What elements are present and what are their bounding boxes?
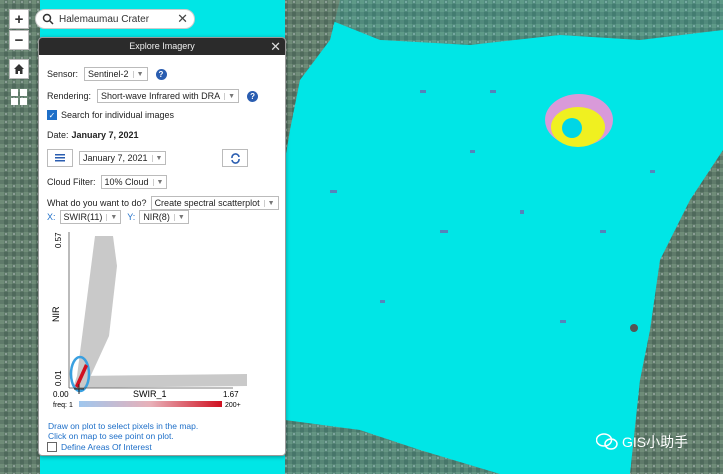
- home-icon: [14, 64, 24, 74]
- click-hint: Click on map to see point on plot.: [48, 431, 174, 441]
- rendering-select[interactable]: Short-wave Infrared with DRA ▼: [97, 89, 240, 103]
- x-tick-min: 0.00: [53, 390, 69, 399]
- legend-max-label: 200+: [225, 402, 241, 409]
- sensor-label: Sensor:: [47, 69, 79, 79]
- close-icon[interactable]: ✕: [270, 38, 281, 55]
- search-input[interactable]: Halemaumau Crater: [59, 14, 177, 25]
- define-aoi-label: Define Areas Of Interest: [61, 442, 152, 452]
- scatter-points: [69, 236, 247, 394]
- chevron-down-icon: ▼: [224, 92, 235, 100]
- rendering-value: Short-wave Infrared with DRA: [101, 91, 221, 101]
- define-aoi-checkbox[interactable]: [47, 442, 57, 452]
- home-button[interactable]: [9, 59, 29, 79]
- zoom-out-button[interactable]: −: [9, 30, 29, 50]
- list-icon: [55, 154, 65, 162]
- date-select-value: January 7, 2021: [83, 153, 148, 163]
- x-axis-title: SWIR_1: [133, 389, 167, 399]
- y-band-value: NIR(8): [143, 212, 170, 222]
- explore-imagery-panel: Explore Imagery ✕ Sensor: Sentinel-2 ▼ ? …: [38, 37, 286, 456]
- chevron-down-icon: ▼: [151, 154, 162, 162]
- y-tick-max: 0.57: [54, 232, 63, 248]
- zoom-in-button[interactable]: +: [9, 9, 29, 29]
- point-cloud-vertical: [77, 236, 117, 384]
- date-label: Date:: [47, 130, 69, 140]
- cloud-filter-select[interactable]: 10% Cloud ▼: [100, 175, 168, 189]
- wechat-icon: [596, 433, 618, 450]
- rendering-label: Rendering:: [47, 91, 92, 101]
- spectral-scatterplot[interactable]: 0.01 0.57 NIR 0.00 1.67 SWIR_1 freq: 1 2…: [47, 226, 277, 422]
- y-axis-title: NIR: [51, 306, 61, 322]
- y-axis-label: Y:: [127, 212, 136, 222]
- chevron-down-icon: ▼: [152, 178, 163, 186]
- x-band-value: SWIR(11): [63, 212, 103, 222]
- search-box[interactable]: Halemaumau Crater ✕: [35, 9, 195, 29]
- watermark: GIS小助手: [596, 432, 688, 452]
- panel-title: Explore Imagery: [129, 41, 195, 51]
- refresh-icon: [231, 152, 240, 164]
- watermark-text: GIS小助手: [622, 434, 689, 450]
- y-band-select[interactable]: NIR(8) ▼: [139, 210, 189, 224]
- x-axis-label: X:: [47, 212, 56, 222]
- frequency-legend: [79, 401, 222, 407]
- draw-hint: Draw on plot to select pixels in the map…: [48, 421, 199, 431]
- chevron-down-icon: ▼: [132, 70, 144, 78]
- calendar-list-button[interactable]: [47, 149, 73, 167]
- chevron-down-icon: ▼: [263, 199, 275, 207]
- chevron-down-icon: ▼: [173, 213, 185, 221]
- task-value: Create spectral scatterplot: [154, 198, 260, 208]
- sensor-select[interactable]: Sentinel-2 ▼: [84, 67, 148, 81]
- date-value: January 7, 2021: [71, 130, 139, 140]
- task-label: What do you want to do?: [47, 198, 147, 208]
- clear-search-icon[interactable]: ✕: [177, 11, 188, 27]
- search-individual-checkbox[interactable]: ✓: [47, 110, 57, 120]
- chevron-down-icon: ▼: [106, 213, 117, 221]
- help-icon[interactable]: ?: [247, 90, 259, 102]
- cloud-filter-label: Cloud Filter:: [47, 177, 96, 187]
- point-cloud-horizontal: [73, 374, 247, 388]
- task-select[interactable]: Create spectral scatterplot ▼: [150, 196, 279, 210]
- cloud-filter-value: 10% Cloud: [104, 177, 149, 187]
- search-individual-label: Search for individual images: [61, 110, 175, 120]
- search-icon: [42, 13, 54, 25]
- x-tick-max: 1.67: [223, 390, 239, 399]
- date-select[interactable]: January 7, 2021 ▼: [79, 151, 167, 165]
- refresh-button[interactable]: [222, 149, 249, 167]
- legend-min-label: freq: 1: [53, 402, 73, 409]
- sensor-value: Sentinel-2: [88, 69, 129, 79]
- help-icon[interactable]: ?: [155, 68, 167, 80]
- x-band-select[interactable]: SWIR(11) ▼: [59, 210, 122, 224]
- y-tick-min: 0.01: [54, 370, 63, 386]
- panel-header: Explore Imagery ✕: [39, 38, 285, 55]
- basemap-gallery-icon[interactable]: [10, 88, 28, 106]
